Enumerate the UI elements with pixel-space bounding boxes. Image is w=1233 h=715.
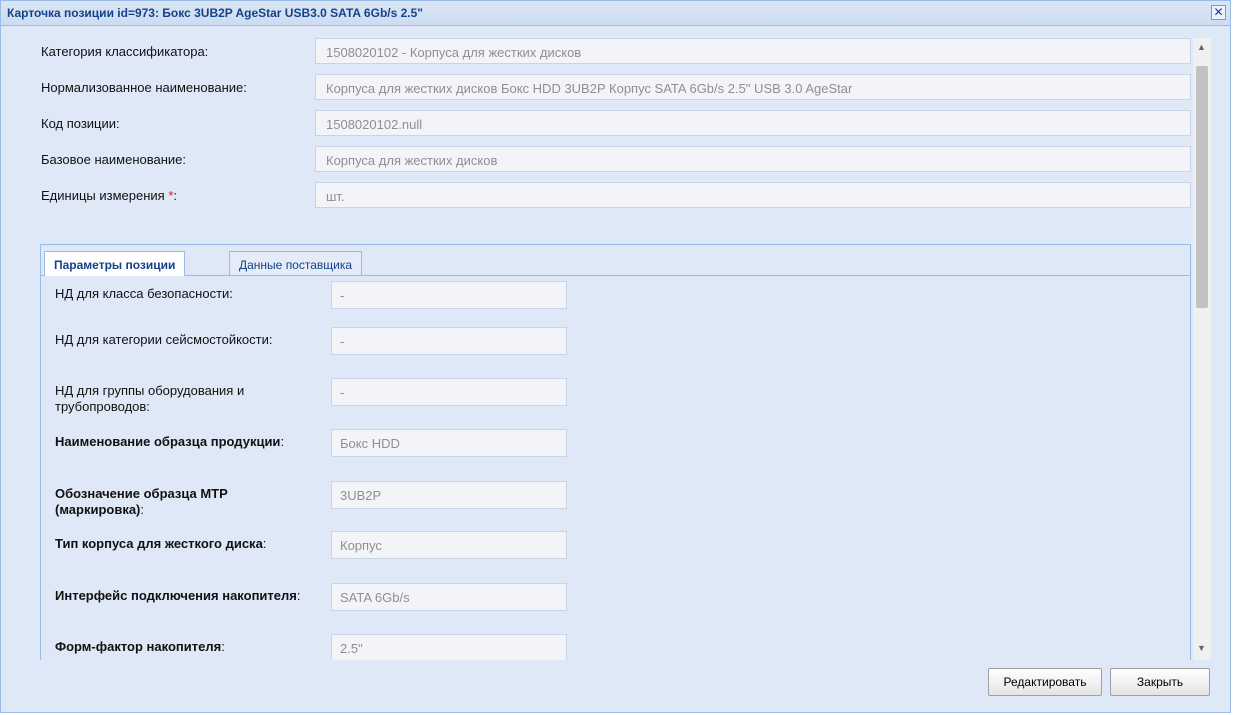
param-value-field[interactable]: Бокс HDD (331, 429, 567, 457)
vertical-scrollbar[interactable]: ▲ ▼ (1193, 38, 1211, 660)
field-label: Код позиции: (41, 116, 120, 131)
param-value-field[interactable]: Корпус (331, 531, 567, 559)
scroll-down-icon[interactable]: ▼ (1197, 643, 1206, 653)
param-label: Интерфейс подключения накопителя: (55, 588, 315, 604)
tab-panel: Параметры позиции Данные поставщика НД д… (40, 244, 1191, 660)
param-label-text: Форм-фактор накопителя (55, 639, 222, 654)
param-label: НД для группы оборудования и трубопровод… (55, 383, 245, 414)
label-colon: : (262, 536, 267, 551)
scroll-up-icon[interactable]: ▲ (1197, 42, 1206, 52)
window-title: Карточка позиции id=973: Бокс 3UB2P AgeS… (7, 6, 423, 20)
param-label-text: Наименование образца продукции (55, 434, 281, 449)
item-code-field[interactable]: 1508020102.null (315, 110, 1191, 136)
param-label-text: Тип корпуса для жесткого диска (55, 536, 263, 551)
base-name-field[interactable]: Корпуса для жестких дисков (315, 146, 1191, 172)
param-label: Обозначение образца МТР (маркировка): (55, 486, 315, 518)
label-colon: : (280, 434, 285, 449)
label-colon: : (140, 502, 145, 517)
field-classifier-category: Категория классификатора: 1508020102 - К… (18, 38, 1191, 66)
param-label: НД для категории сейсмостойкости: (55, 332, 273, 347)
tab-strip: Параметры позиции Данные поставщика (41, 245, 1190, 276)
field-normalized-name: Нормализованное наименование: Корпуса дл… (18, 74, 1191, 102)
param-value-field[interactable]: 2.5" (331, 634, 567, 660)
edit-button[interactable]: Редактировать (988, 668, 1102, 696)
units-field[interactable]: шт. (315, 182, 1191, 208)
param-value-field[interactable]: SATA 6Gb/s (331, 583, 567, 611)
param-label: Тип корпуса для жесткого диска: (55, 536, 315, 552)
params-list: НД для класса безопасности: - НД для кат… (41, 281, 1190, 660)
close-button[interactable]: Закрыть (1110, 668, 1210, 696)
field-item-code: Код позиции: 1508020102.null (18, 110, 1191, 138)
label-colon: : (221, 639, 225, 654)
tab-supplier-data[interactable]: Данные поставщика (229, 251, 363, 275)
label-colon: : (173, 188, 178, 203)
param-value-field[interactable]: - (331, 281, 567, 309)
field-units: Единицы измерения *: шт. (18, 182, 1191, 210)
classifier-category-field[interactable]: 1508020102 - Корпуса для жестких дисков (315, 38, 1191, 64)
field-base-name: Базовое наименование: Корпуса для жестки… (18, 146, 1191, 174)
param-label-text: Интерфейс подключения накопителя (55, 588, 297, 603)
param-label: Форм-фактор накопителя: (55, 639, 315, 655)
field-label: Базовое наименование: (41, 152, 187, 167)
param-label: НД для класса безопасности: (55, 286, 233, 301)
window-titlebar[interactable]: Карточка позиции id=973: Бокс 3UB2P AgeS… (1, 1, 1230, 26)
card-body: Категория классификатора: 1508020102 - К… (18, 38, 1211, 660)
normalized-name-field[interactable]: Корпуса для жестких дисков Бокс HDD 3UB2… (315, 74, 1191, 100)
label-colon: : (296, 588, 301, 603)
field-label: Нормализованное наименование: (41, 80, 247, 95)
units-label-text: Единицы измерения (41, 188, 165, 203)
tab-item-params[interactable]: Параметры позиции (44, 251, 186, 276)
param-value-field[interactable]: 3UB2P (331, 481, 567, 509)
scrollbar-thumb[interactable] (1196, 66, 1208, 308)
field-label: Категория классификатора: (41, 44, 209, 59)
param-value-field[interactable]: - (331, 378, 567, 406)
param-label: Наименование образца продукции: (55, 434, 315, 450)
field-label: Единицы измерения *: (41, 188, 177, 203)
close-icon[interactable]: ✕ (1211, 5, 1226, 20)
param-value-field[interactable]: - (331, 327, 567, 355)
